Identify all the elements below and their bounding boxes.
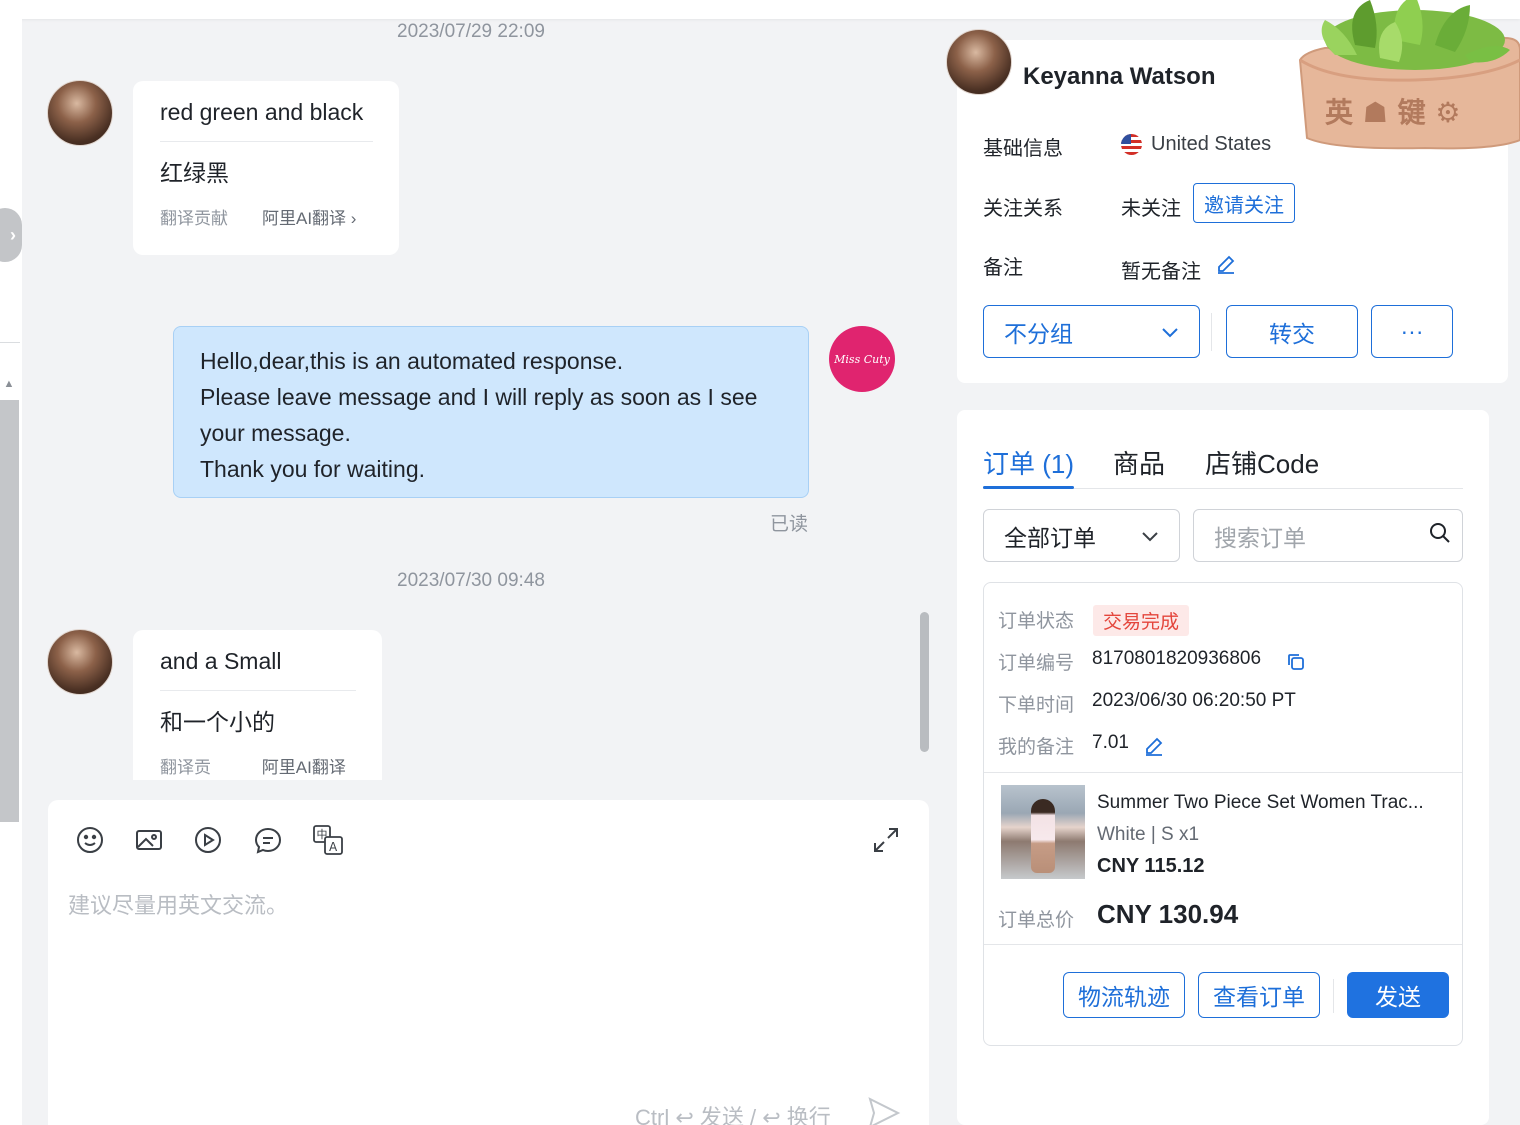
message-translation-text: 红绿黑 <box>160 160 229 186</box>
product-spec: White | S x1 <box>1097 824 1200 845</box>
chevron-right-icon: › <box>350 209 357 228</box>
outgoing-line: Hello,dear,this is an automated response… <box>200 348 624 374</box>
chevron-down-icon <box>1161 318 1179 345</box>
order-note: 7.01 <box>1092 732 1129 753</box>
incoming-message-bubble: red green and black 红绿黑 翻译贡献 阿里AI翻译 › <box>133 81 399 255</box>
message-input[interactable]: 建议尽量用英文交流。 <box>68 888 288 920</box>
send-order-button[interactable]: 发送 <box>1347 972 1449 1018</box>
customer-profile-avatar[interactable] <box>946 29 1012 95</box>
tab-products[interactable]: 商品 <box>1113 444 1165 481</box>
message-timestamp: 2023/07/30 09:48 <box>397 570 545 591</box>
read-status: 已读 <box>770 514 809 535</box>
chevron-right-icon: › <box>262 778 268 780</box>
order-status-label: 订单状态 <box>998 611 1075 632</box>
outgoing-message-bubble: Hello,dear,this is an automated response… <box>173 326 809 498</box>
order-number: 8170801820936806 <box>1092 648 1262 669</box>
copy-icon[interactable] <box>1286 652 1306 677</box>
transfer-button[interactable]: 转交 <box>1226 305 1358 358</box>
basic-info-label: 基础信息 <box>983 138 1063 160</box>
edit-note-icon[interactable] <box>1143 735 1165 762</box>
tab-store-code[interactable]: 店铺Code <box>1205 444 1319 481</box>
top-bar <box>0 0 1520 19</box>
follow-relation-label: 关注关系 <box>983 198 1063 220</box>
product-thumbnail[interactable] <box>1001 785 1085 879</box>
expand-icon[interactable] <box>870 824 902 856</box>
scroll-up-arrow-icon[interactable]: ▲ <box>2 378 16 390</box>
ai-translate-link[interactable]: 阿里AI翻译 › <box>262 204 356 229</box>
message-composer: 中A 建议尽量用英文交流。 Ctrl ↩ 发送 / ↩ 换行 <box>48 800 929 1125</box>
message-timestamp: 2023/07/29 22:09 <box>397 21 545 42</box>
message-divider <box>160 141 373 142</box>
video-icon[interactable] <box>192 824 224 856</box>
remark-label: 备注 <box>983 257 1023 279</box>
ai-translate-link[interactable]: 阿里AI翻译 › <box>262 753 356 780</box>
button-divider <box>1211 313 1212 351</box>
message-divider <box>160 690 356 691</box>
order-search-input[interactable]: 搜索订单 <box>1193 509 1463 562</box>
tab-orders[interactable]: 订单 (1) <box>983 444 1074 481</box>
us-flag-icon <box>1121 134 1142 155</box>
group-select[interactable]: 不分组 <box>983 305 1200 358</box>
invite-follow-button[interactable]: 邀请关注 <box>1193 183 1295 223</box>
order-filter-select[interactable]: 全部订单 <box>983 509 1180 562</box>
edit-remark-icon[interactable] <box>1215 253 1237 280</box>
customer-avatar[interactable] <box>47 629 113 695</box>
outgoing-line: your message. <box>200 420 351 446</box>
plant-decoration: 英 ☗ 键 ⚙ <box>1295 0 1520 150</box>
left-scrollbar-thumb[interactable] <box>0 400 19 822</box>
product-title[interactable]: Summer Two Piece Set Women Trac... <box>1097 792 1424 814</box>
expand-sidebar-button[interactable]: › <box>0 208 22 262</box>
message-translation-text: 和一个小的 <box>160 709 275 735</box>
remark-value: 暂无备注 <box>1121 261 1201 283</box>
customer-country: United States <box>1151 133 1272 155</box>
send-shortcut-hint: Ctrl ↩ 发送 / ↩ 换行 <box>635 1105 831 1125</box>
chat-scrollbar-thumb[interactable] <box>920 612 929 752</box>
chevron-right-icon: › <box>10 224 16 245</box>
outgoing-line: Thank you for waiting. <box>200 456 426 482</box>
translation-contribute-link[interactable]: 翻译贡献 <box>160 204 228 229</box>
logistics-button[interactable]: 物流轨迹 <box>1063 972 1185 1018</box>
message-original-text: and a Small <box>160 648 282 674</box>
quick-reply-icon[interactable] <box>252 824 284 856</box>
plant-sign-text: 英 ☗ 键 ⚙ <box>1325 96 1460 129</box>
order-status-badge: 交易完成 <box>1093 605 1190 636</box>
chevron-down-icon <box>1141 522 1159 549</box>
order-divider <box>984 944 1462 945</box>
emoji-icon[interactable] <box>74 824 106 856</box>
svg-text:A: A <box>329 840 338 854</box>
order-total: CNY 130.94 <box>1097 899 1239 929</box>
more-button[interactable]: ··· <box>1371 305 1453 358</box>
message-original-text: red green and black <box>160 99 364 125</box>
customer-avatar[interactable] <box>47 80 113 146</box>
incoming-message-bubble: and a Small 和一个小的 翻译贡献 阿里AI翻译 › <box>133 630 382 780</box>
image-icon[interactable] <box>133 824 165 856</box>
customer-name: Keyanna Watson <box>1023 63 1216 90</box>
order-note-label: 我的备注 <box>998 737 1075 758</box>
view-order-button[interactable]: 查看订单 <box>1198 972 1320 1018</box>
translate-icon[interactable]: 中A <box>312 824 344 856</box>
translation-contribute-link[interactable]: 翻译贡献 <box>160 753 228 780</box>
shop-avatar: Miss Cuty <box>829 326 895 392</box>
order-total-label: 订单总价 <box>998 910 1075 931</box>
button-divider <box>1333 979 1334 1013</box>
outgoing-line: Please leave message and I will reply as… <box>200 384 758 410</box>
active-tab-indicator <box>983 486 1074 489</box>
order-time-label: 下单时间 <box>998 695 1075 716</box>
order-number-label: 订单编号 <box>998 653 1075 674</box>
search-icon[interactable] <box>1428 521 1452 551</box>
send-icon[interactable] <box>866 1095 902 1125</box>
follow-status: 未关注 <box>1121 198 1181 220</box>
product-price: CNY 115.12 <box>1097 855 1205 877</box>
order-divider <box>984 772 1462 773</box>
left-divider <box>0 342 20 343</box>
order-time: 2023/06/30 06:20:50 PT <box>1092 690 1296 711</box>
